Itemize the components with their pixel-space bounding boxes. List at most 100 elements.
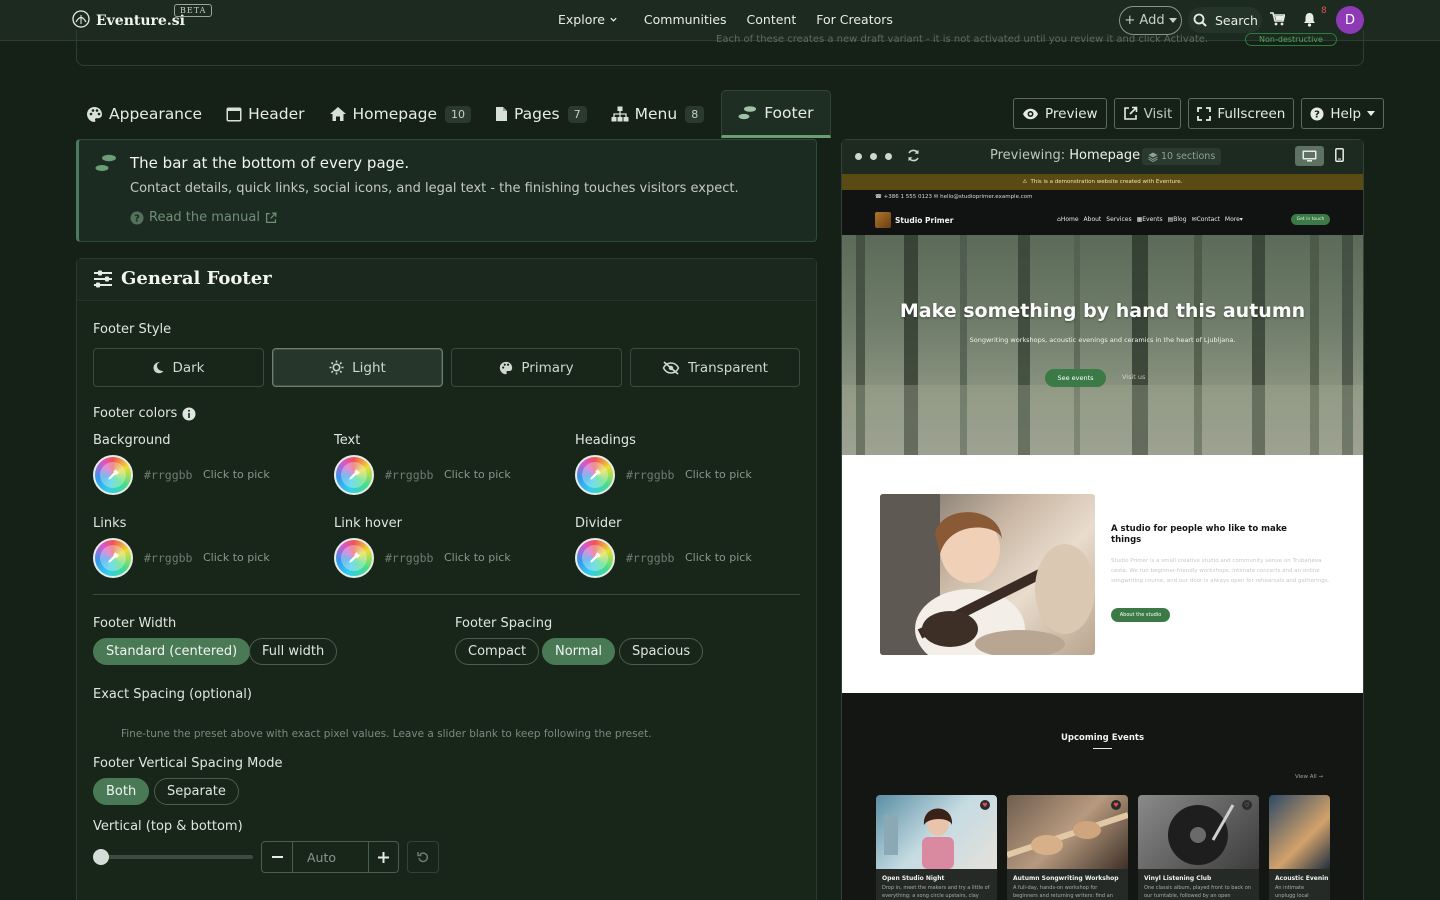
nav-explore[interactable]: Explore <box>558 12 618 27</box>
event-card: Autumn Songwriting Workshop A full-day, … <box>1007 795 1128 900</box>
color-link-hover-swatch[interactable] <box>334 538 374 578</box>
eyedropper-icon <box>349 469 360 480</box>
color-links-hex[interactable]: #rrggbb <box>144 551 192 565</box>
main-nav: Explore Communities Content For Creators <box>558 12 893 27</box>
tab-menu[interactable]: Menu 8 <box>602 90 714 138</box>
nav-content[interactable]: Content <box>747 12 797 27</box>
exact-spacing-hint: Fine-tune the preset above with exact pi… <box>121 728 652 740</box>
color-links-swatch[interactable] <box>93 538 133 578</box>
style-dark-button[interactable]: Dark <box>93 348 264 387</box>
style-primary-button[interactable]: Primary <box>451 348 622 387</box>
vertical-slider[interactable] <box>95 855 253 859</box>
vertical-slider-handle[interactable] <box>93 849 109 865</box>
tab-pages[interactable]: Pages 7 <box>486 90 596 138</box>
sliders-icon <box>94 270 112 287</box>
color-headings-pick[interactable]: Click to pick <box>685 468 752 481</box>
color-headings-swatch[interactable] <box>575 455 615 495</box>
color-headings-label: Headings <box>575 433 636 448</box>
event-title: Autumn Songwriting Workshop <box>1013 875 1119 882</box>
eyedropper-icon <box>349 552 360 563</box>
nav-communities[interactable]: Communities <box>644 12 727 27</box>
envelope-icon: ✉ <box>933 194 939 200</box>
width-full-button[interactable]: Full width <box>249 638 338 665</box>
vmode-both-button[interactable]: Both <box>93 778 150 805</box>
bell-icon[interactable] <box>1303 12 1316 27</box>
sun-icon <box>329 360 344 375</box>
decrement-button[interactable] <box>262 842 293 872</box>
color-link-hover-label: Link hover <box>334 516 402 531</box>
color-divider-hex[interactable]: #rrggbb <box>626 551 674 565</box>
color-links-pick[interactable]: Click to pick <box>203 551 270 564</box>
site-nav-home: ⌂Home <box>1057 216 1079 223</box>
preview-title: Previewing: Homepage <box>990 148 1141 163</box>
preview-button[interactable]: Preview <box>1013 98 1107 129</box>
color-divider-pick[interactable]: Click to pick <box>685 551 752 564</box>
event-title: Vinyl Listening Club <box>1144 875 1212 882</box>
width-standard-button[interactable]: Standard (centered) <box>93 638 251 665</box>
color-divider-label: Divider <box>575 516 622 531</box>
caret-down-icon <box>1367 110 1376 116</box>
tab-homepage[interactable]: Homepage 10 <box>320 90 481 138</box>
chevron-down-icon <box>610 17 617 22</box>
increment-button[interactable] <box>368 842 398 872</box>
style-transparent-button[interactable]: Transparent <box>630 348 800 387</box>
spacing-normal-button[interactable]: Normal <box>542 638 616 665</box>
site-hero-button: See events <box>1045 369 1106 387</box>
layers-icon <box>1148 152 1158 162</box>
tab-footer[interactable]: Footer <box>721 90 831 138</box>
tab-appearance[interactable]: Appearance <box>77 90 211 138</box>
desktop-view-button[interactable] <box>1295 146 1324 166</box>
vertical-input[interactable]: Auto <box>293 842 368 872</box>
fullscreen-button[interactable]: Fullscreen <box>1188 98 1295 129</box>
color-link-hover-pick[interactable]: Click to pick <box>444 551 511 564</box>
pages-count: 7 <box>567 105 587 123</box>
site-nav-events: ▦Events <box>1136 216 1163 223</box>
nav-for-creators[interactable]: For Creators <box>816 12 893 27</box>
site-nav-contact: ✉Contact <box>1191 216 1220 223</box>
reset-button[interactable] <box>407 841 439 873</box>
minus-icon <box>271 856 283 858</box>
svg-text:?: ? <box>134 213 140 224</box>
site-nav-more: More▾ <box>1224 216 1243 223</box>
info-title: The bar at the bottom of every page. <box>130 154 410 172</box>
visit-button[interactable]: Visit <box>1113 98 1182 129</box>
read-manual-link[interactable]: ? Read the manual <box>130 210 277 225</box>
info-circle-icon[interactable] <box>182 407 196 421</box>
help-button[interactable]: ? Help <box>1301 98 1385 129</box>
window-icon <box>226 107 242 121</box>
palette-icon <box>87 106 102 122</box>
vmode-separate-button[interactable]: Separate <box>154 778 239 805</box>
notification-count: 8 <box>1321 6 1327 16</box>
editor-tabs: Appearance Header Homepage 10 Pages 7 Me… <box>77 90 831 138</box>
style-light-button[interactable]: Light <box>272 348 443 387</box>
svg-text:?: ? <box>1314 109 1320 120</box>
cart-icon[interactable] <box>1270 12 1285 26</box>
spacing-spacious-button[interactable]: Spacious <box>619 638 704 665</box>
phone-icon: ☎ <box>875 194 882 200</box>
file-icon <box>496 107 508 121</box>
sections-badge: 10 sections <box>1142 148 1222 165</box>
footer-colors-label: Footer colors <box>93 406 196 421</box>
color-link-hover-hex[interactable]: #rrggbb <box>385 551 433 565</box>
color-background-swatch[interactable] <box>93 455 133 495</box>
refresh-icon[interactable] <box>907 149 920 162</box>
color-divider-swatch[interactable] <box>575 538 615 578</box>
color-text-label: Text <box>334 433 361 448</box>
color-background-hex[interactable]: #rrggbb <box>144 468 192 482</box>
logo[interactable]: Eventure.si <box>72 9 185 29</box>
color-text-pick[interactable]: Click to pick <box>444 468 511 481</box>
spacing-compact-button[interactable]: Compact <box>455 638 540 665</box>
color-headings-hex[interactable]: #rrggbb <box>626 468 674 482</box>
eyedropper-icon <box>590 552 601 563</box>
mobile-icon[interactable] <box>1335 148 1344 162</box>
event-image <box>876 795 997 869</box>
eyedropper-icon <box>590 469 601 480</box>
site-nav-about: About <box>1083 216 1102 223</box>
color-text-swatch[interactable] <box>334 455 374 495</box>
color-background-pick[interactable]: Click to pick <box>203 468 270 481</box>
tab-header[interactable]: Header <box>217 90 313 138</box>
shoe-prints-icon <box>95 154 116 171</box>
preview-page-name: Homepage <box>1069 148 1141 163</box>
sitemap-icon <box>611 106 629 122</box>
color-text-hex[interactable]: #rrggbb <box>385 468 433 482</box>
